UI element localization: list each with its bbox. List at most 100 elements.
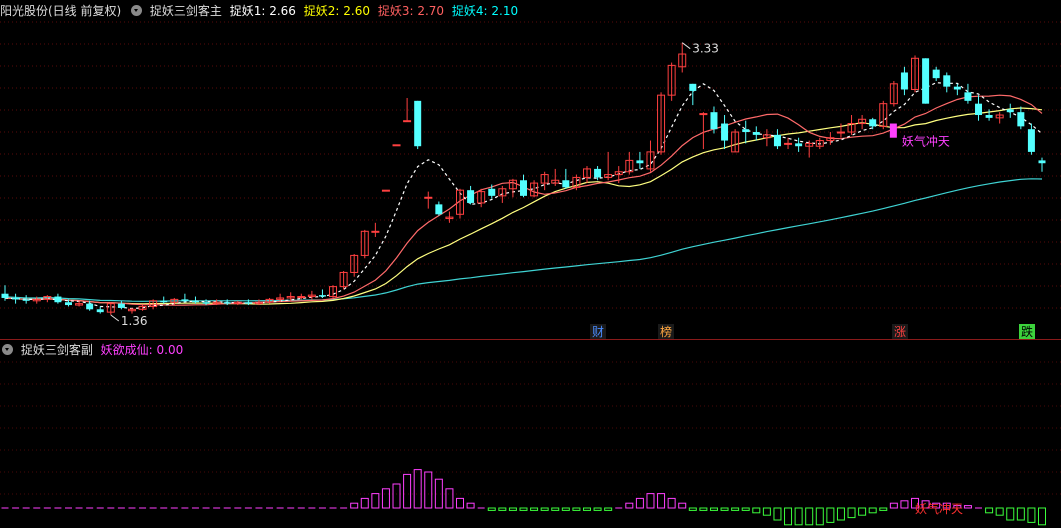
candle-body — [1017, 112, 1025, 127]
sub-bar — [519, 507, 528, 511]
main-signal-text: 妖气冲天 — [902, 134, 950, 149]
sub-bar — [784, 507, 793, 526]
sub-bar — [858, 507, 867, 516]
sub-bar — [350, 502, 359, 509]
sub-bar — [868, 507, 877, 514]
candle-body — [900, 72, 908, 90]
candle-body — [932, 69, 940, 79]
candle-body — [488, 188, 496, 196]
sub-bar — [540, 507, 549, 511]
sub-bar — [530, 507, 539, 511]
sub-bar — [773, 507, 782, 521]
sub-bar — [752, 507, 761, 514]
candle-body — [636, 160, 644, 164]
candle-body — [64, 302, 72, 306]
sub-bar — [508, 507, 517, 511]
sub-bar — [604, 507, 613, 511]
sub-bar — [709, 507, 718, 511]
sub-bar — [731, 507, 740, 511]
sub-histogram — [1, 469, 1046, 526]
candle-body — [520, 180, 527, 196]
candle-body — [414, 100, 422, 147]
grid-lines — [0, 21, 1061, 495]
candle-body — [191, 300, 199, 303]
candle-body — [784, 142, 793, 145]
candle-body — [964, 92, 972, 101]
sub-bar — [1027, 507, 1036, 523]
candle-body — [22, 299, 30, 301]
candle-body — [223, 302, 231, 304]
sub-bar — [582, 507, 591, 511]
sub-bar — [625, 502, 634, 509]
event-tag: 财 — [592, 325, 604, 339]
sub-bar — [657, 493, 666, 509]
sub-bar — [1038, 507, 1046, 526]
kline-chart[interactable]: 3.331.36妖气冲天财榜涨跌妖气冲天 — [0, 0, 1061, 528]
candle-body — [773, 134, 781, 147]
sub-bar — [794, 507, 803, 526]
sub-bar — [551, 507, 560, 511]
sub-bar — [667, 497, 676, 509]
candle-body — [96, 309, 104, 313]
sub-bar — [413, 469, 422, 509]
candle-body — [721, 123, 729, 141]
candle-body — [424, 196, 433, 199]
candle-body — [318, 295, 326, 297]
candle-body — [54, 296, 62, 303]
low-price-label: 1.36 — [121, 314, 148, 328]
sub-bar — [826, 507, 835, 523]
event-tag: 榜 — [660, 324, 672, 339]
sub-bar — [403, 473, 412, 509]
candle-body — [943, 75, 951, 87]
candle-body — [1038, 160, 1046, 164]
signal-bar — [889, 123, 897, 138]
candle-body — [381, 189, 390, 192]
candle-body — [117, 303, 125, 308]
sub-bar — [456, 497, 465, 509]
candle-body — [297, 296, 306, 299]
sub-bar — [445, 488, 454, 509]
sub-bar — [487, 507, 496, 511]
sub-bar — [1016, 507, 1025, 521]
high-price-label: 3.33 — [692, 42, 719, 56]
sub-bar — [466, 502, 475, 509]
sub-bar — [371, 493, 380, 509]
sub-bar — [498, 507, 507, 511]
sub-bar — [635, 497, 644, 509]
candle-body — [181, 299, 189, 301]
ma2-line — [4, 107, 1043, 305]
sub-bar — [879, 507, 888, 511]
sub-bar — [381, 488, 390, 509]
sub-bar — [889, 502, 898, 509]
candle-body — [594, 168, 602, 178]
candle-body — [1006, 109, 1014, 113]
candle-body — [435, 204, 443, 215]
candle-body — [12, 297, 20, 300]
candle-body — [1, 293, 9, 298]
candle-body — [467, 190, 475, 203]
candle-body — [985, 115, 993, 118]
sub-bar — [678, 502, 687, 509]
candle-body — [752, 132, 760, 135]
sub-bar — [805, 507, 814, 526]
candle-body — [795, 143, 803, 147]
sub-bar — [572, 507, 581, 511]
sub-bar — [963, 505, 972, 509]
sub-bar — [985, 507, 994, 514]
sub-bar — [836, 507, 845, 521]
sub-bar — [1006, 507, 1015, 521]
event-tag: 跌 — [1021, 324, 1033, 339]
candle-body — [869, 119, 877, 127]
candle-body — [975, 103, 983, 116]
candle-body — [836, 131, 845, 134]
low-pointer — [110, 314, 120, 322]
sub-bar — [360, 497, 369, 509]
candle-body — [160, 300, 168, 303]
candle-body — [922, 58, 930, 104]
candle-body — [371, 230, 380, 233]
sub-bar — [646, 493, 655, 509]
sub-bar — [392, 483, 401, 509]
candle-body — [1027, 129, 1035, 152]
sub-bar — [741, 507, 750, 511]
candle-body — [699, 113, 708, 116]
